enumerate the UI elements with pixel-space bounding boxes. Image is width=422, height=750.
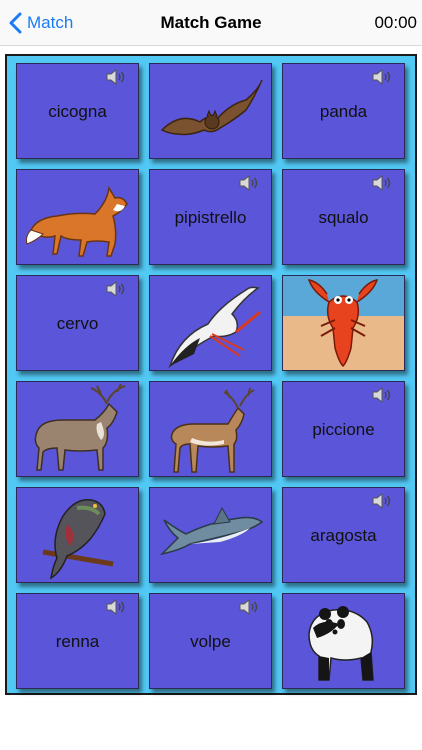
speaker-icon[interactable] bbox=[239, 175, 259, 191]
card-word: cervo bbox=[56, 314, 99, 333]
card-image-deer[interactable] bbox=[149, 381, 272, 477]
card-image-panda[interactable] bbox=[282, 593, 405, 689]
card-image-pigeon[interactable] bbox=[16, 487, 139, 583]
card-image-fox[interactable] bbox=[16, 169, 139, 265]
speaker-icon[interactable] bbox=[372, 175, 392, 191]
card-word-pipistrello[interactable]: pipistrello bbox=[149, 169, 272, 265]
page-title: Match Game bbox=[160, 13, 262, 32]
card-word-squalo[interactable]: squalo bbox=[282, 169, 405, 265]
card-word-cicogna[interactable]: cicogna bbox=[16, 63, 139, 159]
card-word: panda bbox=[319, 102, 368, 121]
bat-image bbox=[160, 79, 263, 136]
card-image-stork[interactable] bbox=[149, 275, 272, 371]
speaker-icon[interactable] bbox=[106, 599, 126, 615]
card-image-reindeer[interactable] bbox=[16, 381, 139, 477]
speaker-icon[interactable] bbox=[372, 387, 392, 403]
card-word: piccione bbox=[312, 420, 375, 439]
stork-image bbox=[168, 286, 261, 369]
card-word-piccione[interactable]: piccione bbox=[282, 381, 405, 477]
speaker-icon[interactable] bbox=[372, 493, 392, 509]
reindeer-image bbox=[34, 383, 126, 471]
card-image-lobster[interactable] bbox=[282, 275, 405, 371]
card-word-panda[interactable]: panda bbox=[282, 63, 405, 159]
card-word: aragosta bbox=[310, 526, 377, 545]
pigeon-image bbox=[42, 499, 114, 580]
speaker-icon[interactable] bbox=[372, 69, 392, 85]
card-word: pipistrello bbox=[174, 208, 247, 227]
card-word-cervo[interactable]: cervo bbox=[16, 275, 139, 371]
card-word: volpe bbox=[190, 632, 231, 651]
card-image-shark[interactable] bbox=[149, 487, 272, 583]
speaker-icon[interactable] bbox=[239, 599, 259, 615]
shark-image bbox=[159, 506, 264, 556]
lobster-image bbox=[283, 276, 404, 370]
card-word-volpe[interactable]: volpe bbox=[149, 593, 272, 689]
card-word-renna[interactable]: renna bbox=[16, 593, 139, 689]
card-image-bat[interactable] bbox=[149, 63, 272, 159]
speaker-icon[interactable] bbox=[106, 281, 126, 297]
game-board: cicogna panda pipistrello squalo cervo p… bbox=[5, 54, 417, 695]
card-word: renna bbox=[55, 632, 100, 651]
card-word: squalo bbox=[318, 208, 369, 227]
deer-image bbox=[170, 387, 255, 473]
speaker-icon[interactable] bbox=[106, 69, 126, 85]
navigation-bar: Match Match Game 00:00 bbox=[0, 0, 422, 46]
card-word: cicogna bbox=[48, 102, 107, 121]
panda-image bbox=[308, 606, 374, 681]
card-word-aragosta[interactable]: aragosta bbox=[282, 487, 405, 583]
fox-image bbox=[26, 185, 128, 257]
timer: 00:00 bbox=[374, 13, 417, 32]
